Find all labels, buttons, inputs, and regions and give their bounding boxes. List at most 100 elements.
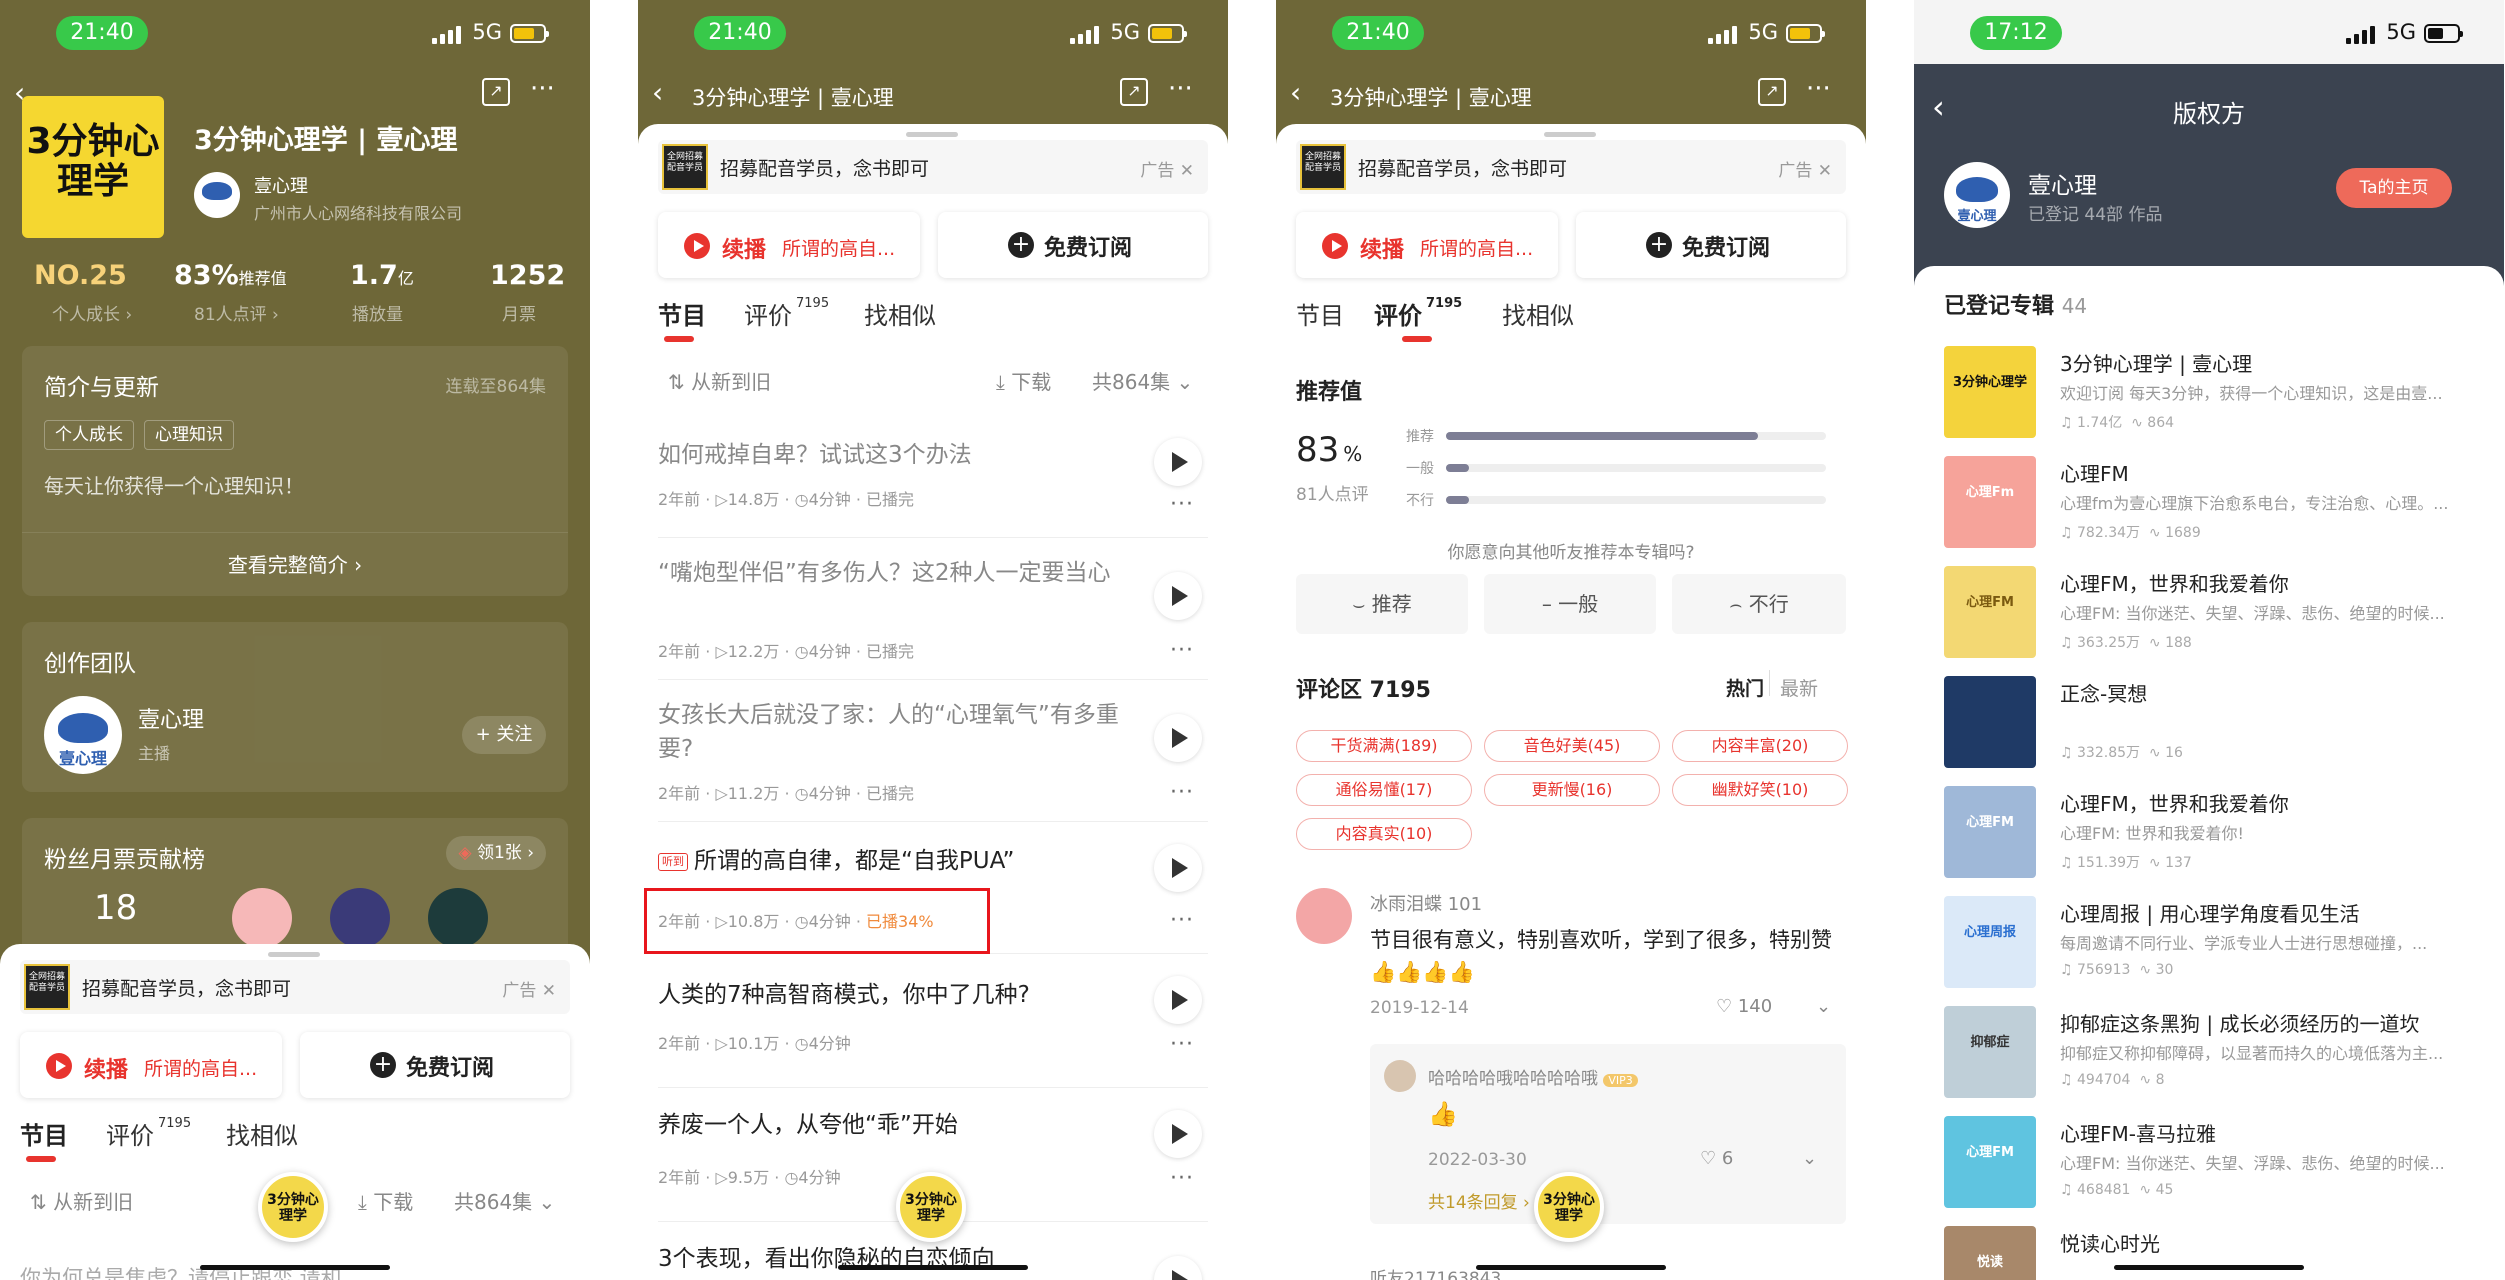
resume-button[interactable]: 续播 所谓的高自... xyxy=(20,1032,282,1098)
subscribe-button[interactable]: + 免费订阅 xyxy=(938,212,1208,278)
more-icon[interactable]: ··· xyxy=(1168,74,1193,104)
play-button[interactable] xyxy=(1154,1110,1202,1158)
resume-button[interactable]: 续播 所谓的高自... xyxy=(658,212,920,278)
album-item[interactable]: 抑郁症 抑郁症这条黑狗 | 成长必须经历的一道坎 抑郁症又称抑郁障碍，以显著而持久的… xyxy=(1944,1006,2484,1106)
fan-avatar[interactable] xyxy=(232,888,292,948)
tab-reviews[interactable]: 评价 7195 xyxy=(106,1116,191,1151)
episode-more-icon[interactable]: ··· xyxy=(1170,1166,1194,1191)
album-item[interactable]: 心理周报 心理周报 | 用心理学角度看见生活 每周邀请不同行业、学派专业人士进行思想… xyxy=(1944,896,2484,996)
share-icon[interactable]: ↗ xyxy=(1120,78,1148,106)
album-item[interactable]: 心理FM 心理FM，世界和我爱着你 心理FM: 当你迷茫、失望、浮躁、悲伤、绝望的时… xyxy=(1944,566,2484,666)
sheet-handle[interactable] xyxy=(1544,132,1596,137)
tab-episodes[interactable]: 节目 xyxy=(658,296,706,342)
comment-dislike-icon[interactable]: ⌄ xyxy=(1816,996,1831,1017)
replier-avatar[interactable] xyxy=(1384,1060,1416,1092)
ad-close[interactable]: 广告 ✕ xyxy=(1778,156,1832,181)
fan-avatar[interactable] xyxy=(428,888,488,948)
episode-item[interactable]: 如何戒掉自卑？试试这3个办法 2年前 · ▷14.8万 · ◷4分钟 · 已播完… xyxy=(658,414,1208,538)
ad-banner[interactable]: 全网招募配音学员 招募配音学员，念书即可 广告 ✕ xyxy=(658,140,1208,194)
sort-button[interactable]: ⇅ 从新到旧 xyxy=(668,366,771,395)
rank-label[interactable]: 个人成长 › xyxy=(52,300,132,325)
episode-item[interactable]: 人类的7种高智商模式，你中了几种? 2年前 · ▷10.1万 · ◷4分钟 ··… xyxy=(658,954,1208,1088)
tab-reviews[interactable]: 评价 7195 xyxy=(744,296,829,331)
commenter-avatar[interactable] xyxy=(1296,888,1352,944)
episode-more-icon[interactable]: ··· xyxy=(1170,638,1194,663)
back-icon[interactable]: ‹ xyxy=(652,76,663,109)
play-button[interactable] xyxy=(1154,844,1202,892)
reply-like-button[interactable]: ♡ 6 xyxy=(1700,1148,1733,1169)
tab-episodes[interactable]: 节目 xyxy=(1296,296,1344,331)
tab-similar[interactable]: 找相似 xyxy=(864,296,936,331)
replier-name[interactable]: 哈哈哈哈哦哈哈哈哈哦 VIP3 xyxy=(1428,1064,1638,1089)
owner-avatar[interactable]: 壹心理 xyxy=(1944,162,2010,228)
tab-similar[interactable]: 找相似 xyxy=(1502,296,1574,331)
mini-player-cover[interactable]: 3分钟心理学 xyxy=(258,1172,328,1242)
ad-close[interactable]: 广告 ✕ xyxy=(502,976,556,1001)
team-name[interactable]: 壹心理 xyxy=(138,702,204,734)
album-item[interactable]: 心理FM 心理FM，世界和我爱着你 心理FM: 世界和我爱着你! ♫ 151.39万 … xyxy=(1944,786,2484,886)
team-avatar[interactable]: 壹心理 xyxy=(44,696,122,774)
vote-recommend-button[interactable]: ⌣ 推荐 xyxy=(1296,574,1468,634)
claim-ticket-button[interactable]: ◈ 领1张 › xyxy=(446,836,546,870)
review-chip[interactable]: 干货满满(189) xyxy=(1296,730,1472,762)
album-item[interactable]: 正念-冥想 ♫ 332.85万 ∿ 16 xyxy=(1944,676,2484,776)
comment-like-button[interactable]: ♡ 140 xyxy=(1716,996,1772,1017)
episode-more-icon[interactable]: ··· xyxy=(1170,780,1194,805)
album-item[interactable]: 心理Fm 心理FM 心理fm为壹心理旗下治愈系电台，专注治愈、心理。... ♫ 782… xyxy=(1944,456,2484,556)
sheet-handle[interactable] xyxy=(268,952,320,957)
play-button[interactable] xyxy=(1154,976,1202,1024)
tab-reviews[interactable]: 评价 7195 xyxy=(1374,296,1462,342)
tag-chip[interactable]: 心理知识 xyxy=(144,420,234,450)
author-avatar[interactable] xyxy=(194,172,240,218)
subscribe-button[interactable]: + 免费订阅 xyxy=(1576,212,1846,278)
review-chip[interactable]: 内容丰富(20) xyxy=(1672,730,1848,762)
episode-item[interactable]: “嘴炮型伴侣”有多伤人？这2种人一定要当心 2年前 · ▷12.2万 · ◷4分… xyxy=(658,538,1208,680)
play-button[interactable] xyxy=(1154,714,1202,762)
tab-episodes[interactable]: 节目 xyxy=(20,1116,68,1162)
sort-button[interactable]: ⇅ 从新到旧 xyxy=(30,1186,133,1215)
ad-close[interactable]: 广告 ✕ xyxy=(1140,156,1194,181)
play-button[interactable] xyxy=(1154,1256,1202,1280)
episode-item-current[interactable]: 听到 所谓的高自律，都是“自我PUA” 2年前 · ▷10.8万 · ◷4分钟 ·… xyxy=(644,822,1208,954)
review-chip[interactable]: 幽默好笑(10) xyxy=(1672,774,1848,806)
episode-more-icon[interactable]: ··· xyxy=(1170,492,1194,517)
tab-similar[interactable]: 找相似 xyxy=(226,1116,298,1151)
more-replies-link[interactable]: 共14条回复 › xyxy=(1428,1188,1530,1213)
play-button[interactable] xyxy=(1154,572,1202,620)
ad-banner[interactable]: 全网招募配音学员 招募配音学员，念书即可 广告 ✕ xyxy=(1296,140,1846,194)
more-icon[interactable]: ··· xyxy=(1806,74,1831,104)
owner-home-button[interactable]: Ta的主页 xyxy=(2336,168,2452,208)
play-button[interactable] xyxy=(1154,438,1202,486)
download-button[interactable]: ⤓ 下载 xyxy=(996,366,1051,395)
share-icon[interactable]: ↗ xyxy=(1758,78,1786,106)
fan-avatar[interactable] xyxy=(330,888,390,948)
more-icon[interactable]: ··· xyxy=(530,74,555,104)
ad-banner[interactable]: 全网招募配音学员 招募配音学员，念书即可 广告 ✕ xyxy=(20,960,570,1014)
album-item[interactable]: 3分钟心理学 3分钟心理学 | 壹心理 欢迎订阅 每天3分钟，获得一个心理知识，这是… xyxy=(1944,346,2484,446)
total-episodes[interactable]: 共864集 ⌄ xyxy=(1092,366,1193,395)
back-icon[interactable]: ‹ xyxy=(1290,76,1301,109)
review-chip[interactable]: 通俗易懂(17) xyxy=(1296,774,1472,806)
sheet-handle[interactable] xyxy=(906,132,958,137)
intro-more-button[interactable]: 查看完整简介 › xyxy=(22,532,568,596)
mini-player-cover[interactable]: 3分钟心理学 xyxy=(1534,1172,1604,1242)
review-chip[interactable]: 更新慢(16) xyxy=(1484,774,1660,806)
episode-item[interactable]: 女孩长大后就没了家：人的“心理氧气”有多重要? 2年前 · ▷11.2万 · ◷… xyxy=(658,680,1208,822)
review-chip[interactable]: 音色好美(45) xyxy=(1484,730,1660,762)
resume-button[interactable]: 续播 所谓的高自... xyxy=(1296,212,1558,278)
sort-new[interactable]: 最新 xyxy=(1780,674,1818,701)
episode-more-icon[interactable]: ··· xyxy=(1170,1032,1194,1057)
follow-button[interactable]: + 关注 xyxy=(462,716,546,754)
download-button[interactable]: ⤓ 下载 xyxy=(358,1186,413,1215)
vote-dislike-button[interactable]: ⌢ 不行 xyxy=(1672,574,1846,634)
author-name[interactable]: 壹心理 xyxy=(254,172,308,198)
mini-player-cover[interactable]: 3分钟心理学 xyxy=(896,1172,966,1242)
tag-chip[interactable]: 个人成长 xyxy=(44,420,134,450)
commenter-name[interactable]: 冰雨泪蝶 101 xyxy=(1370,890,1482,916)
album-item[interactable]: 悦读 悦读心时光 xyxy=(1944,1226,2484,1280)
review-chip[interactable]: 内容真实(10) xyxy=(1296,818,1472,850)
sort-hot[interactable]: 热门 xyxy=(1726,674,1764,701)
album-item[interactable]: 心理FM 心理FM-喜马拉雅 心理FM: 当你迷茫、失望、浮躁、悲伤、绝望的时候..… xyxy=(1944,1116,2484,1216)
reply-dislike-icon[interactable]: ⌄ xyxy=(1802,1148,1817,1169)
total-episodes[interactable]: 共864集 ⌄ xyxy=(454,1186,555,1215)
